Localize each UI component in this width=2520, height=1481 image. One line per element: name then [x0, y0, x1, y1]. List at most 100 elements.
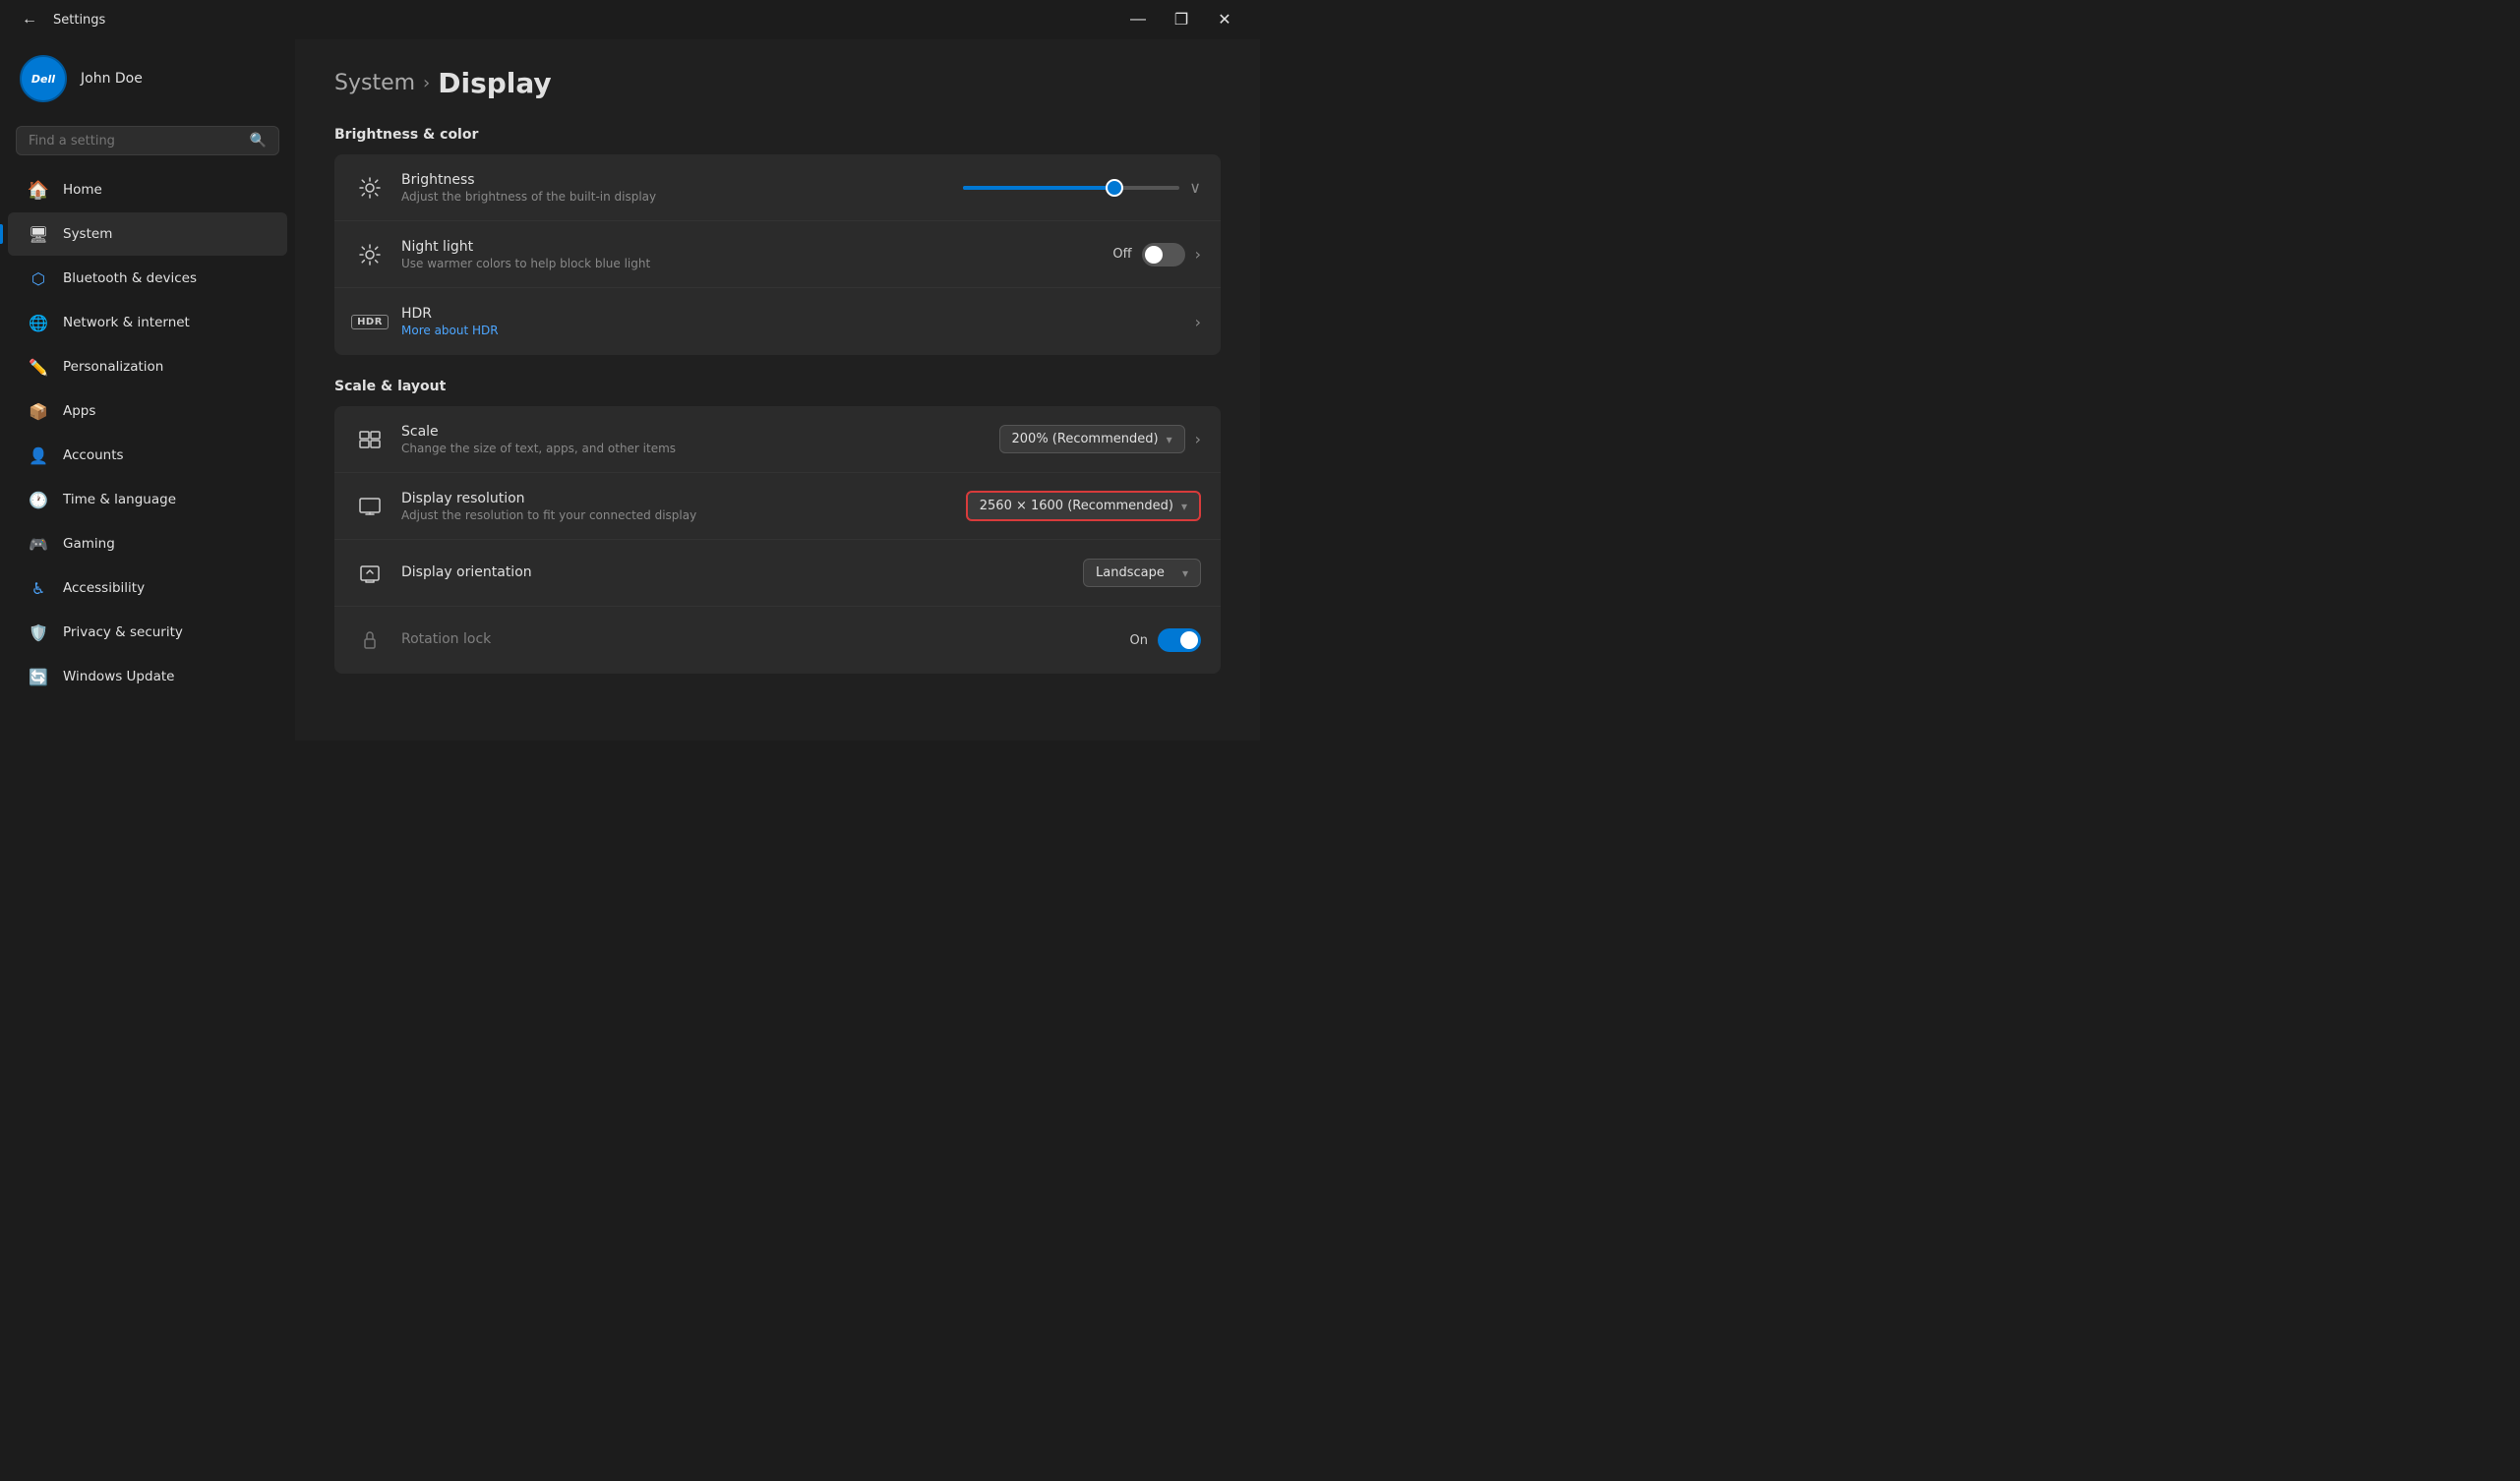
night-light-row[interactable]: Night light Use warmer colors to help bl…	[334, 221, 1221, 288]
sidebar-item-apps[interactable]: 📦 Apps	[8, 389, 287, 433]
display-orientation-dropdown[interactable]: Landscape ▾	[1083, 559, 1201, 587]
bluetooth-icon: ⬡	[28, 267, 49, 289]
brightness-text: Brightness Adjust the brightness of the …	[401, 172, 947, 204]
hdr-control: ›	[1195, 313, 1201, 331]
display-orientation-control[interactable]: Landscape ▾	[1083, 559, 1201, 587]
search-box[interactable]: 🔍	[16, 126, 279, 155]
hdr-icon: HDR	[354, 306, 386, 337]
system-icon: 🖥	[28, 223, 49, 245]
user-section: Dell John Doe	[0, 39, 295, 122]
rotation-lock-control: On	[1130, 628, 1201, 652]
app-title: Settings	[53, 13, 105, 28]
avatar: Dell	[20, 55, 67, 102]
display-resolution-control[interactable]: 2560 × 1600 (Recommended) ▾	[966, 491, 1201, 521]
display-resolution-icon	[354, 491, 386, 522]
sidebar-item-label-network: Network & internet	[63, 315, 190, 330]
user-name: John Doe	[81, 71, 143, 87]
rotation-lock-status: On	[1130, 633, 1148, 648]
sidebar-item-home[interactable]: 🏠 Home	[8, 168, 287, 211]
back-button[interactable]: ←	[16, 6, 43, 33]
rotation-lock-toggle[interactable]	[1158, 628, 1201, 652]
sidebar-item-system[interactable]: 🖥 System	[8, 212, 287, 256]
brightness-icon	[354, 172, 386, 204]
content-area: System › Display Brightness & color	[295, 39, 1260, 740]
sidebar-item-personalization[interactable]: ✏️ Personalization	[8, 345, 287, 388]
hdr-row[interactable]: HDR HDR More about HDR ›	[334, 288, 1221, 355]
scale-control[interactable]: 200% (Recommended) ▾ ›	[999, 425, 1202, 453]
sidebar-item-label-accounts: Accounts	[63, 447, 124, 463]
sidebar-item-gaming[interactable]: 🎮 Gaming	[8, 522, 287, 565]
maximize-button[interactable]: ❐	[1162, 4, 1201, 35]
search-input[interactable]	[29, 134, 242, 148]
scale-chevron: ›	[1195, 430, 1201, 448]
scale-layout-card: Scale Change the size of text, apps, and…	[334, 406, 1221, 674]
display-resolution-dropdown-text: 2560 × 1600 (Recommended)	[980, 499, 1173, 513]
title-bar: ← Settings — ❐ ✕	[0, 0, 1260, 39]
update-icon: 🔄	[28, 666, 49, 687]
night-light-chevron: ›	[1195, 245, 1201, 264]
sidebar-item-label-time: Time & language	[63, 492, 176, 507]
scale-dropdown[interactable]: 200% (Recommended) ▾	[999, 425, 1185, 453]
display-orientation-title: Display orientation	[401, 564, 1067, 580]
sidebar-item-accessibility[interactable]: ♿ Accessibility	[8, 566, 287, 610]
apps-icon: 📦	[28, 400, 49, 422]
gaming-icon: 🎮	[28, 533, 49, 555]
sidebar-item-label-apps: Apps	[63, 403, 95, 419]
scale-dropdown-arrow: ▾	[1167, 433, 1172, 446]
display-orientation-dropdown-arrow: ▾	[1182, 566, 1188, 580]
sidebar-item-accounts[interactable]: 👤 Accounts	[8, 434, 287, 477]
accounts-icon: 👤	[28, 444, 49, 466]
hdr-subtitle-link[interactable]: More about HDR	[401, 324, 1179, 337]
scale-subtitle: Change the size of text, apps, and other…	[401, 442, 984, 455]
brightness-slider-track[interactable]	[963, 186, 1179, 190]
sidebar-item-privacy[interactable]: 🛡️ Privacy & security	[8, 611, 287, 654]
sidebar-item-label-system: System	[63, 226, 112, 242]
rotation-lock-title: Rotation lock	[401, 631, 1114, 647]
night-light-toggle[interactable]	[1142, 243, 1185, 267]
brightness-color-card: Brightness Adjust the brightness of the …	[334, 154, 1221, 355]
sidebar-item-update[interactable]: 🔄 Windows Update	[8, 655, 287, 698]
display-resolution-dropdown[interactable]: 2560 × 1600 (Recommended) ▾	[966, 491, 1201, 521]
sidebar-item-label-privacy: Privacy & security	[63, 624, 183, 640]
network-icon: 🌐	[28, 312, 49, 333]
sidebar-item-bluetooth[interactable]: ⬡ Bluetooth & devices	[8, 257, 287, 300]
scale-dropdown-text: 200% (Recommended)	[1012, 432, 1159, 446]
brightness-section-title: Brightness & color	[334, 127, 1221, 143]
close-button[interactable]: ✕	[1205, 4, 1244, 35]
minimize-button[interactable]: —	[1118, 4, 1158, 35]
sidebar-item-label-bluetooth: Bluetooth & devices	[63, 270, 197, 286]
sidebar-item-label-update: Windows Update	[63, 669, 174, 684]
night-light-text: Night light Use warmer colors to help bl…	[401, 239, 1097, 270]
display-resolution-row[interactable]: Display resolution Adjust the resolution…	[334, 473, 1221, 540]
brightness-chevron: ∨	[1189, 178, 1201, 197]
breadcrumb-separator: ›	[423, 73, 430, 93]
brightness-title: Brightness	[401, 172, 947, 188]
brightness-slider-container[interactable]	[963, 186, 1179, 190]
back-icon: ←	[22, 11, 37, 29]
sidebar-item-label-personalization: Personalization	[63, 359, 163, 375]
display-resolution-title: Display resolution	[401, 491, 950, 506]
hdr-text: HDR More about HDR	[401, 306, 1179, 337]
display-resolution-subtitle: Adjust the resolution to fit your connec…	[401, 508, 950, 522]
breadcrumb: System › Display	[334, 67, 1221, 99]
search-icon: 🔍	[250, 133, 267, 148]
night-light-status: Off	[1112, 247, 1131, 262]
brightness-row[interactable]: Brightness Adjust the brightness of the …	[334, 154, 1221, 221]
personalization-icon: ✏️	[28, 356, 49, 378]
hdr-badge: HDR	[351, 315, 389, 329]
night-light-control: Off ›	[1112, 243, 1201, 267]
sidebar-item-label-home: Home	[63, 182, 102, 198]
night-light-subtitle: Use warmer colors to help block blue lig…	[401, 257, 1097, 270]
brightness-slider-thumb[interactable]	[1106, 179, 1123, 197]
privacy-icon: 🛡️	[28, 622, 49, 643]
time-icon: 🕐	[28, 489, 49, 510]
rotation-lock-text: Rotation lock	[401, 631, 1114, 649]
night-light-toggle-thumb	[1145, 246, 1163, 264]
sidebar: Dell John Doe 🔍 🏠 Home 🖥 System ⬡	[0, 39, 295, 740]
hdr-chevron: ›	[1195, 313, 1201, 331]
sidebar-item-network[interactable]: 🌐 Network & internet	[8, 301, 287, 344]
display-orientation-row[interactable]: Display orientation Landscape ▾	[334, 540, 1221, 607]
scale-row[interactable]: Scale Change the size of text, apps, and…	[334, 406, 1221, 473]
rotation-lock-row[interactable]: Rotation lock On	[334, 607, 1221, 674]
sidebar-item-time[interactable]: 🕐 Time & language	[8, 478, 287, 521]
